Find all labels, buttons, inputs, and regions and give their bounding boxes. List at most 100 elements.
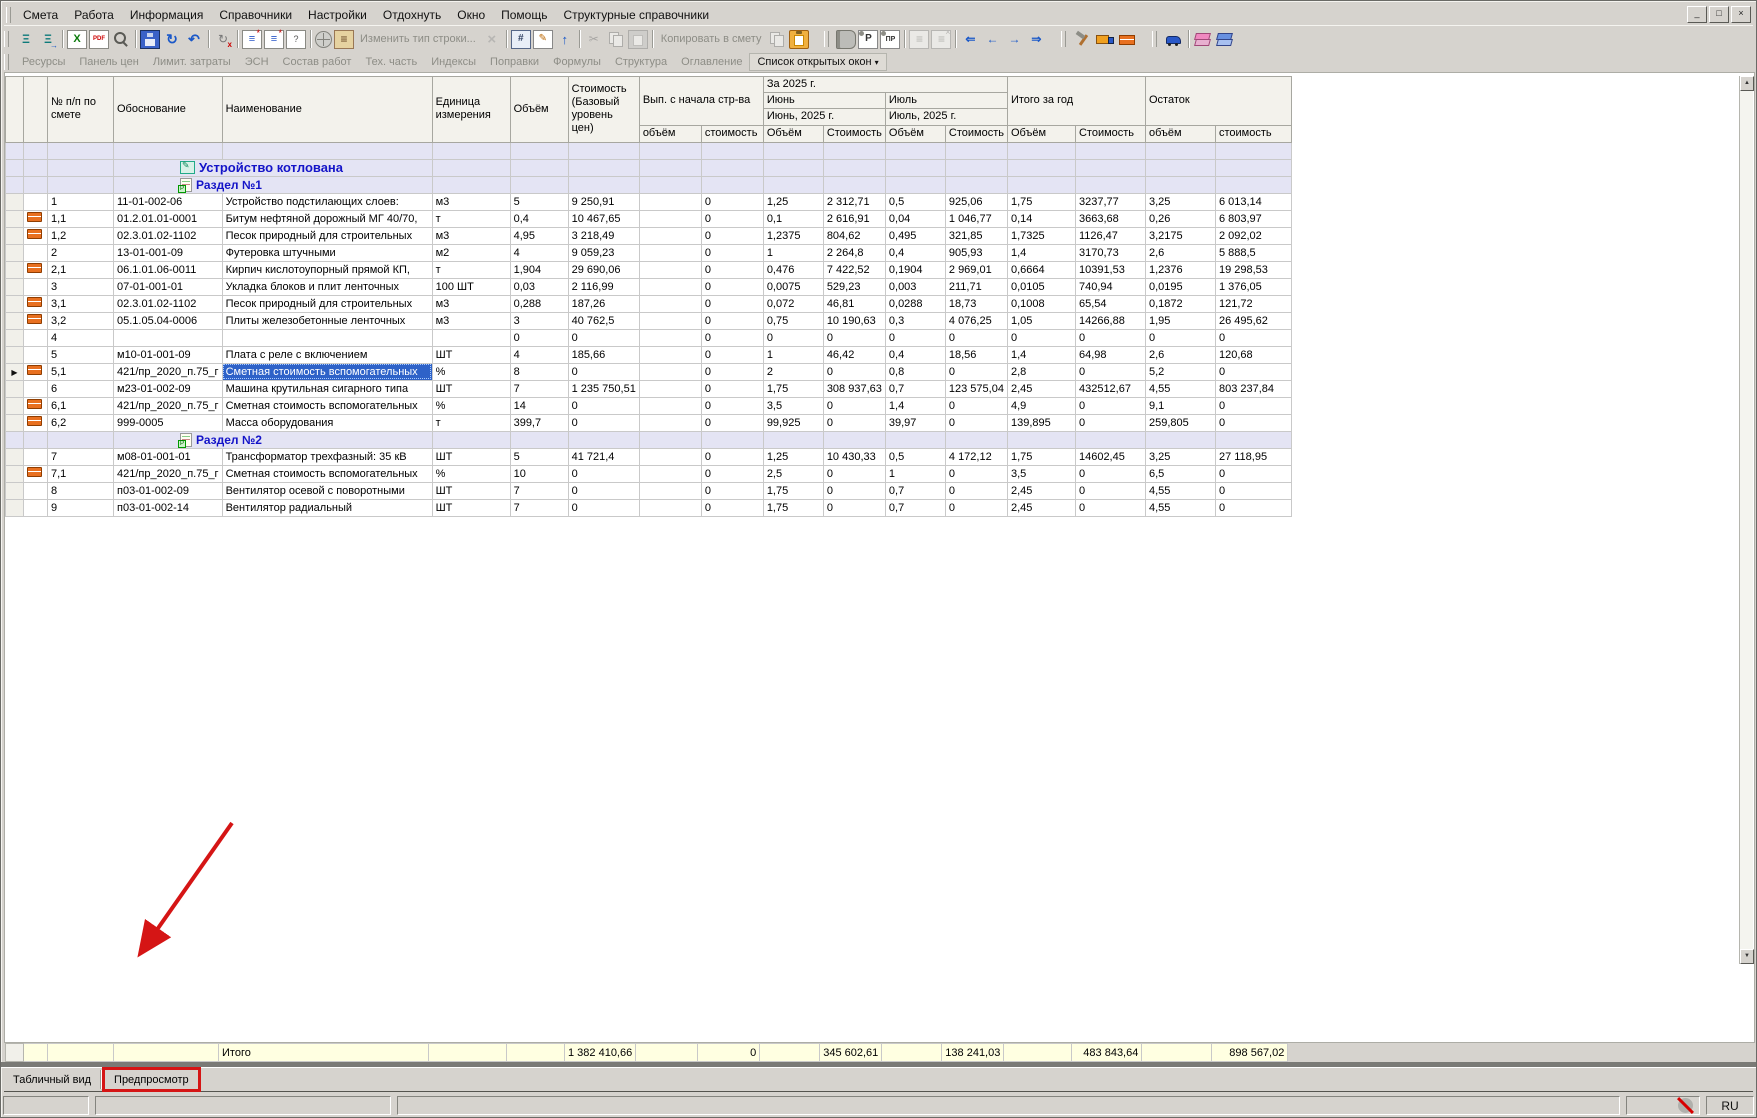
grid-cell[interactable] — [639, 278, 701, 295]
grid-cell[interactable]: 0,26 — [1145, 210, 1215, 227]
grid-cell[interactable]: 0,0075 — [763, 278, 823, 295]
grid-cell[interactable] — [432, 142, 510, 159]
menu-item-8[interactable]: Структурные справочники — [555, 6, 717, 24]
grid-cell[interactable]: 0 — [568, 329, 639, 346]
row-icon-cell[interactable] — [24, 431, 48, 448]
grid-cell[interactable]: 9 059,23 — [568, 244, 639, 261]
grid-cell[interactable] — [701, 176, 763, 193]
grid-cell[interactable] — [48, 176, 114, 193]
grid-cell[interactable]: 123 575,04 — [945, 380, 1007, 397]
grid-cell[interactable]: 0 — [701, 482, 763, 499]
grid-cell[interactable]: 0 — [1075, 499, 1145, 516]
grid-cell[interactable]: 4 — [48, 329, 114, 346]
grid-cell[interactable]: 121,72 — [1215, 295, 1291, 312]
grid-cell[interactable] — [885, 159, 945, 176]
grid-cell[interactable]: 803 237,84 — [1215, 380, 1291, 397]
grid-cell[interactable]: 0 — [1007, 329, 1075, 346]
grid-cell[interactable]: 1,7325 — [1007, 227, 1075, 244]
grid-cell[interactable]: 6 803,97 — [1215, 210, 1291, 227]
grid-cell[interactable]: 5 — [48, 346, 114, 363]
scroll-up-icon[interactable]: ▲ — [1740, 76, 1754, 91]
grid-cell[interactable] — [222, 329, 432, 346]
grid-cell[interactable]: 1,4 — [1007, 346, 1075, 363]
price-book-icon[interactable] — [836, 30, 856, 49]
grid-cell[interactable] — [639, 176, 701, 193]
grid-cell[interactable] — [885, 176, 945, 193]
outdent-icon[interactable] — [982, 30, 1002, 49]
grid-cell[interactable]: 0,75 — [763, 312, 823, 329]
grid-cell[interactable]: 0,03 — [510, 278, 568, 295]
grid-cell[interactable]: 421/пр_2020_п.75_г — [114, 397, 223, 414]
menu-item-4[interactable]: Настройки — [300, 6, 375, 24]
row-icon-cell[interactable] — [24, 414, 48, 431]
row-indicator[interactable] — [6, 380, 24, 397]
position-pr-icon[interactable] — [880, 30, 900, 49]
panel-tab-9[interactable]: Структура — [608, 54, 674, 70]
grid-cell[interactable]: 0,4 — [510, 210, 568, 227]
grid-cell[interactable] — [823, 176, 885, 193]
grid-cell[interactable]: 0,5 — [885, 193, 945, 210]
grid-cell[interactable]: 40 762,5 — [568, 312, 639, 329]
panel-tab-3[interactable]: ЭСН — [238, 54, 276, 70]
grid-cell[interactable]: 0,0195 — [1145, 278, 1215, 295]
grid-cell[interactable]: Трансформатор трехфазный: 35 кВ — [222, 448, 432, 465]
grid-cell[interactable]: 0 — [1075, 414, 1145, 431]
grid-cell[interactable] — [1075, 176, 1145, 193]
grid-cell[interactable]: 99,925 — [763, 414, 823, 431]
grid-cell[interactable]: 0 — [1075, 397, 1145, 414]
grid-cell[interactable]: 46,81 — [823, 295, 885, 312]
grid-cell[interactable]: 0,14 — [1007, 210, 1075, 227]
grid-cell[interactable]: 0,288 — [510, 295, 568, 312]
row-icon-cell[interactable] — [24, 210, 48, 227]
grid-cell[interactable] — [568, 159, 639, 176]
grid-cell[interactable]: 0 — [945, 499, 1007, 516]
grid-cell[interactable]: 2,1 — [48, 261, 114, 278]
grid-cell[interactable]: 3,25 — [1145, 448, 1215, 465]
grid-cell[interactable]: Сметная стоимость вспомогательных — [222, 363, 432, 380]
grid-cell[interactable]: 421/пр_2020_п.75_г — [114, 465, 223, 482]
grid-cell[interactable]: 1 — [763, 346, 823, 363]
grid-cell[interactable]: 2 969,01 — [945, 261, 1007, 278]
paste-icon[interactable] — [628, 30, 648, 49]
grid-cell[interactable]: ШТ — [432, 346, 510, 363]
delete-x-icon[interactable] — [482, 30, 502, 49]
row-indicator[interactable] — [6, 465, 24, 482]
grid-cell[interactable]: 2,8 — [1007, 363, 1075, 380]
row-icon-cell[interactable] — [24, 329, 48, 346]
change-row-type-button[interactable]: Изменить тип строки... — [355, 33, 481, 45]
grid-cell[interactable]: 1,1 — [48, 210, 114, 227]
grid-cell[interactable]: 5,1 — [48, 363, 114, 380]
grid-cell[interactable]: 0,072 — [763, 295, 823, 312]
grid-cell[interactable]: 139,895 — [1007, 414, 1075, 431]
row-indicator[interactable] — [6, 295, 24, 312]
grid-cell[interactable]: 0,7 — [885, 380, 945, 397]
grid-cell[interactable] — [1215, 431, 1291, 448]
grid-cell[interactable]: 2 092,02 — [1215, 227, 1291, 244]
grid-cell[interactable] — [639, 142, 701, 159]
grid-cell[interactable]: 1,4 — [885, 397, 945, 414]
grid-cell[interactable]: 02.3.01.02-1102 — [114, 227, 223, 244]
panel-tab-2[interactable]: Лимит. затраты — [146, 54, 238, 70]
grid-cell[interactable] — [639, 312, 701, 329]
grid-cell[interactable] — [568, 142, 639, 159]
grid-cell[interactable] — [48, 431, 114, 448]
grid-cell[interactable]: 0,1008 — [1007, 295, 1075, 312]
grid-cell[interactable]: 0 — [568, 414, 639, 431]
grid-cell[interactable]: 0 — [945, 414, 1007, 431]
grid-cell[interactable]: 6 013,14 — [1215, 193, 1291, 210]
grid-cell[interactable] — [639, 346, 701, 363]
grid-cell[interactable]: 0 — [823, 414, 885, 431]
row-indicator[interactable] — [6, 142, 24, 159]
grid-cell[interactable]: 05.1.05.04-0006 — [114, 312, 223, 329]
grid-cell[interactable]: 1,4 — [1007, 244, 1075, 261]
grid-cell[interactable] — [763, 176, 823, 193]
grid-cell[interactable]: 1,25 — [763, 448, 823, 465]
row-indicator[interactable] — [6, 431, 24, 448]
refresh-icon[interactable] — [162, 30, 182, 49]
grid-cell[interactable] — [639, 244, 701, 261]
pdf-export-icon[interactable] — [89, 30, 109, 49]
grid-cell[interactable] — [639, 363, 701, 380]
toolbar-grip[interactable] — [1152, 31, 1157, 47]
grid-cell[interactable]: 7 — [510, 499, 568, 516]
grid-cell[interactable]: 0 — [823, 465, 885, 482]
